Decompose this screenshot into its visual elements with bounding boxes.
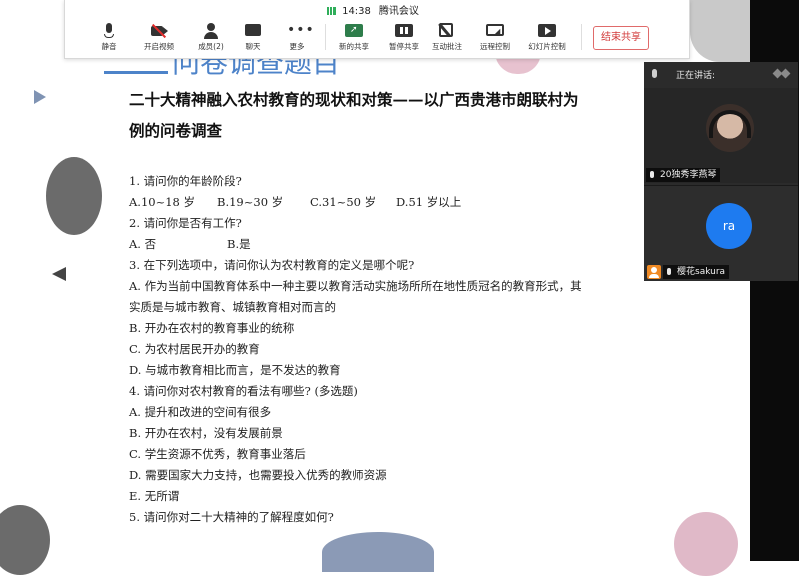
avatar-initials: ra xyxy=(706,203,752,249)
annotate-button[interactable]: 互动批注 xyxy=(423,22,471,55)
avatar-photo xyxy=(706,104,754,152)
more-label: 更多 xyxy=(289,42,305,51)
more-icon: ••• xyxy=(287,22,315,38)
signal-icon xyxy=(327,7,337,15)
mute-button[interactable]: 静音 xyxy=(85,23,133,55)
slide-decoration-bottom-mid xyxy=(322,532,434,572)
mic-icon xyxy=(667,268,671,275)
chat-button[interactable]: 聊天 xyxy=(229,23,277,55)
option: C. 学生资源不优秀，教育事业落后 xyxy=(129,447,306,461)
option: D.51 岁以上 xyxy=(396,195,462,209)
members-label: 成员(2) xyxy=(198,42,224,51)
speaker-mic-icon xyxy=(652,69,657,78)
pause-icon xyxy=(394,23,414,39)
slide-control-label: 幻灯片控制 xyxy=(528,42,566,51)
share-icon: ➚ xyxy=(344,23,364,39)
remote-control-icon xyxy=(485,23,505,40)
slide-decoration-corner xyxy=(690,0,750,62)
option: D. 与城市教育相比而言，是不发达的教育 xyxy=(129,363,341,377)
slide-decoration-bottom-right xyxy=(674,512,738,576)
chat-label: 聊天 xyxy=(245,42,261,51)
option: B.是 xyxy=(227,237,251,251)
option: E. 无所谓 xyxy=(129,489,180,503)
pause-share-label: 暂停共享 xyxy=(389,42,419,51)
option: C.31~50 岁 xyxy=(310,195,377,209)
question-2: 2. 请问你是否有工作? xyxy=(129,216,242,230)
app-name: 腾讯会议 xyxy=(378,6,419,17)
new-share-label: 新的共享 xyxy=(339,42,369,51)
participant-name: 樱花sakura xyxy=(677,267,726,277)
title-line-1: 二十大精神融入农村教育的现状和对策——以广西贵港市朗联村为 xyxy=(129,90,579,109)
speaking-label: 正在讲话: xyxy=(676,71,716,81)
question-2-options: A. 否 B.是 xyxy=(129,236,251,252)
participant-name: 20独秀李燕琴 xyxy=(660,170,717,180)
mic-icon xyxy=(650,171,654,178)
chat-icon xyxy=(243,23,263,39)
participants-panel: 正在讲话: 20独秀李燕琴 ra 樱花sakura xyxy=(644,62,798,281)
start-video-label: 开启视频 xyxy=(144,42,174,51)
new-share-button[interactable]: ➚ 新的共享 xyxy=(330,23,378,55)
layout-toggle-icon[interactable] xyxy=(772,67,791,81)
meeting-toolbar: 14:38 腾讯会议 静音 开启视频 成员(2) 聊天 ••• 更多 ➚ 新的共享… xyxy=(64,0,690,59)
pause-share-button[interactable]: 暂停共享 xyxy=(380,23,428,55)
start-video-button[interactable]: 开启视频 xyxy=(135,23,183,55)
option: D. 需要国家大力支持，也需要投入优秀的教师资源 xyxy=(129,468,387,482)
remote-control-label: 远程控制 xyxy=(480,42,510,51)
slideshow-icon xyxy=(537,23,557,39)
slide-decoration-triangle xyxy=(34,90,46,104)
toolbar-divider xyxy=(325,24,326,50)
option: B. 开办在农村的教育事业的统称 xyxy=(129,321,295,335)
option: B.19~30 岁 xyxy=(217,195,284,209)
members-icon xyxy=(201,23,221,39)
option: C. 为农村居民开办的教育 xyxy=(129,342,260,356)
question-4: 4. 请问你对农村教育的看法有哪些? (多选题) xyxy=(129,384,358,398)
remote-control-button[interactable]: 远程控制 xyxy=(471,23,519,55)
slide-control-button[interactable]: 幻灯片控制 xyxy=(523,23,571,55)
participant-name-tag: 樱花sakura xyxy=(663,265,730,279)
toolbar-status: 14:38 腾讯会议 xyxy=(65,2,689,17)
more-button[interactable]: ••• 更多 xyxy=(273,23,321,55)
annotate-icon xyxy=(437,22,457,39)
members-button[interactable]: 成员(2) xyxy=(187,23,235,55)
title-line-2: 例的问卷调查 xyxy=(129,121,223,140)
participant-name-tag: 20独秀李燕琴 xyxy=(646,168,721,182)
mute-label: 静音 xyxy=(101,42,117,51)
slide-decoration-grey-oval xyxy=(46,157,102,235)
question-1-options: A.10~18 岁 B.19~30 岁 C.31~50 岁 D.51 岁以上 xyxy=(129,194,461,210)
question-1: 1. 请问你的年龄阶段? xyxy=(129,174,242,188)
question-3: 3. 在下列选项中，请问你认为农村教育的定义是哪个呢? xyxy=(129,258,415,272)
option: A. 提升和改进的空间有很多 xyxy=(129,405,272,419)
annotate-label: 互动批注 xyxy=(432,42,462,51)
end-share-button[interactable]: 结束共享 xyxy=(593,26,649,50)
panel-header: 正在讲话: xyxy=(644,62,798,88)
toolbar-divider xyxy=(581,24,582,50)
option: B. 开办在农村，没有发展前景 xyxy=(129,426,283,440)
microphone-icon xyxy=(99,23,119,39)
option-continuation: 实质是与城市教育、城镇教育相对而言的 xyxy=(129,300,336,314)
option: A. 否 xyxy=(129,237,157,251)
meeting-time: 14:38 xyxy=(342,6,371,17)
participant-tile[interactable]: ra 樱花sakura xyxy=(644,185,798,281)
slide-decoration-bottom-left xyxy=(0,505,50,575)
participant-tile[interactable]: 20独秀李燕琴 xyxy=(644,88,798,183)
document-title: 二十大精神融入农村教育的现状和对策——以广西贵港市朗联村为 例的问卷调查 xyxy=(129,84,619,146)
question-5: 5. 请问你对二十大精神的了解程度如何? xyxy=(129,510,334,524)
host-user-icon xyxy=(647,265,661,279)
option: A. 作为当前中国教育体系中一种主要以教育活动实施场所所在地性质冠名的教育形式，… xyxy=(129,279,582,293)
camera-off-icon xyxy=(149,23,169,39)
heading-underline xyxy=(104,71,168,74)
option: A.10~18 岁 xyxy=(129,195,196,209)
slide-decoration-triangle-dark xyxy=(52,267,66,281)
